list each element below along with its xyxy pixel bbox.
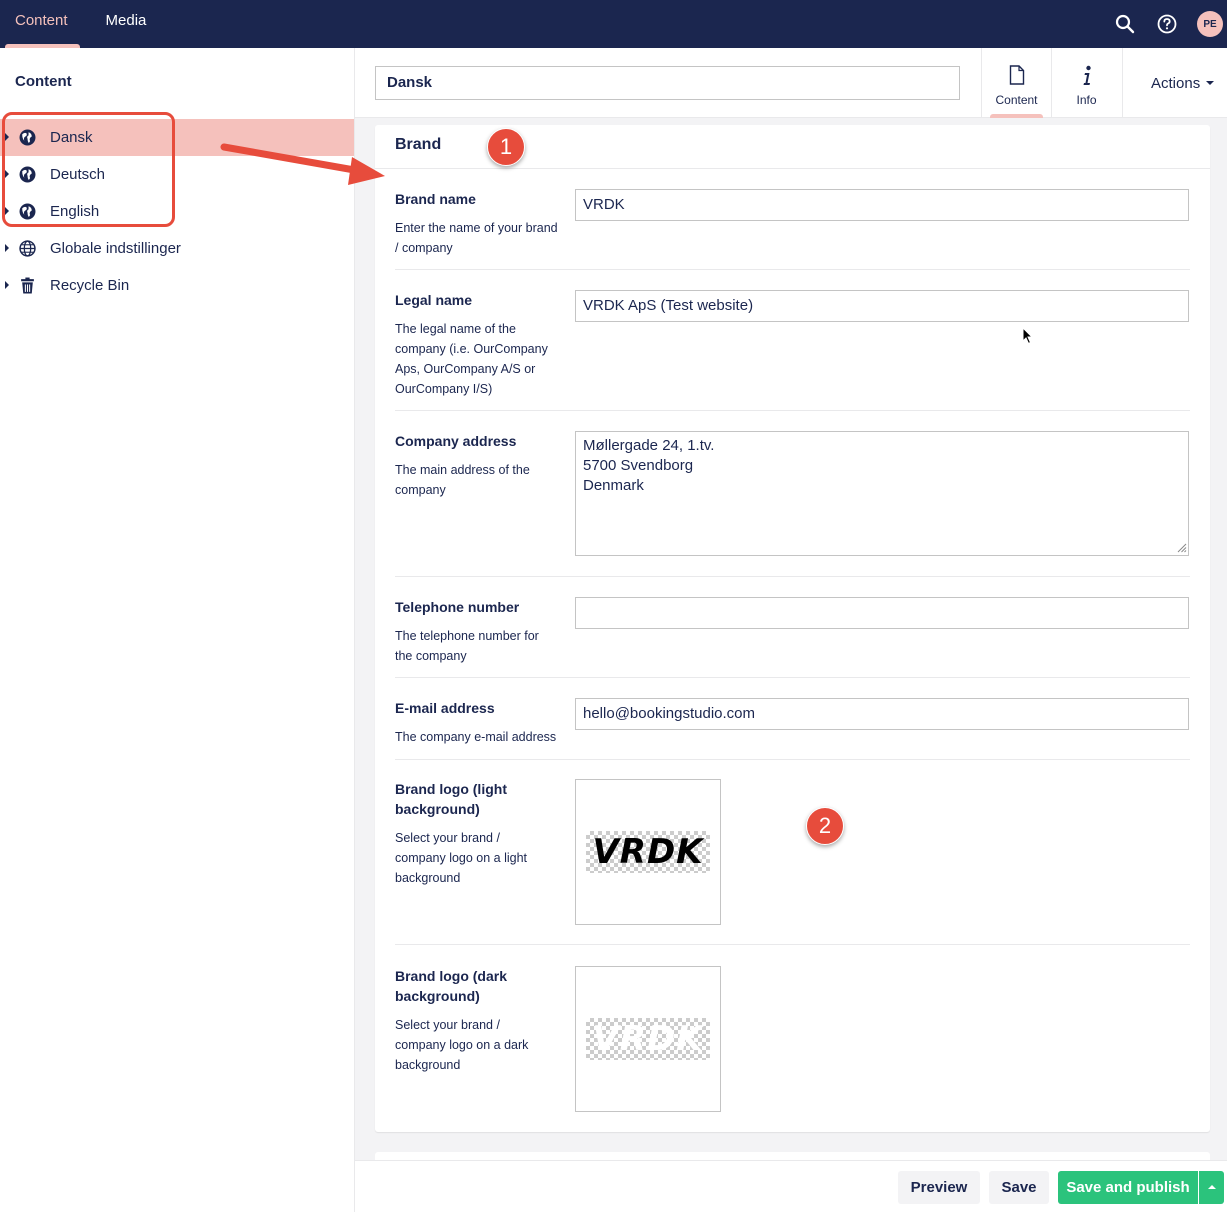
section-tab-media[interactable]: Media [94,0,159,48]
globe-icon [19,129,36,146]
expand-caret-icon[interactable] [5,170,9,178]
property-label: Telephone number [395,599,520,615]
sidebar-title: Content [15,73,72,90]
search-icon[interactable] [1113,12,1137,36]
telephone-input[interactable] [575,597,1189,629]
editor-footer: Preview Save Save and publish [355,1160,1227,1212]
expand-caret-icon[interactable] [5,244,9,252]
chevron-down-icon [1206,81,1215,85]
app-tab-label: Content [995,93,1038,107]
expand-caret-icon[interactable] [5,207,9,215]
brand-name-input[interactable]: VRDK [575,189,1189,221]
section-tab-content[interactable]: Content [3,0,80,48]
property-description: The legal name of the company (i.e. OurC… [395,322,548,396]
property-label: Legal name [395,292,473,308]
property-description: Select your brand / company logo on a li… [395,831,528,885]
resize-handle-icon[interactable] [1176,542,1187,553]
globe-icon [19,203,36,220]
actions-label: Actions [1151,74,1201,92]
expand-caret-icon[interactable] [5,281,9,289]
mouse-cursor-icon [1022,327,1034,345]
next-group-panel [375,1152,1210,1160]
save-button[interactable]: Save [989,1171,1049,1204]
expand-caret-icon[interactable] [5,133,9,141]
tree-item-label: Deutsch [50,166,106,183]
property-description: The main address of the company [395,463,530,497]
node-name-input[interactable]: Dansk [375,66,960,100]
tree-item-label: English [50,203,100,220]
tree-item-global-settings[interactable]: Globale indstillinger [0,230,354,267]
top-bar: Content Media PE [0,0,1227,48]
logo-wordmark: VRDK [592,832,704,872]
globe-grid-icon [19,240,36,257]
property-legal-name: Legal name The legal name of the company… [395,290,1190,411]
property-description: The company e-mail address [395,730,557,744]
tree-item-label: Recycle Bin [50,277,130,294]
info-icon [1083,65,1091,85]
user-avatar[interactable]: PE [1197,11,1223,37]
property-label: Brand logo (light background) [395,781,507,817]
tree-item-recycle-bin[interactable]: Recycle Bin [0,267,354,304]
logo-light-image: VRDK [586,831,710,873]
trash-icon [21,277,34,294]
property-label: Brand name [395,191,476,207]
tree-item-english[interactable]: English [0,193,354,230]
property-label: Brand logo (dark background) [395,968,508,1004]
legal-name-input[interactable]: VRDK ApS (Test website) [575,290,1189,322]
document-icon [1009,65,1024,85]
annotation-arrow-icon [220,143,385,185]
property-label: E-mail address [395,700,495,716]
property-logo-dark: Brand logo (dark background) Select your… [395,966,1190,1132]
brand-group-panel: Brand Brand name Enter the name of your … [375,125,1210,1132]
logo-dark-image: VRDK [586,1018,710,1060]
property-label: Company address [395,433,517,449]
logo-wordmark: VRDK [592,1019,704,1059]
logo-dark-image-picker[interactable]: VRDK [575,966,721,1112]
app-tab-label: Info [1076,93,1097,107]
property-logo-light: Brand logo (light background) Select you… [395,779,1190,945]
preview-button[interactable]: Preview [898,1171,980,1204]
email-input[interactable]: hello@bookingstudio.com [575,698,1189,730]
property-telephone: Telephone number The telephone number fo… [395,597,1190,678]
header-tools: PE [1113,0,1227,48]
save-and-publish-button[interactable]: Save and publish [1058,1171,1198,1204]
annotation-badge-2: 2 [806,807,844,845]
logo-light-image-picker[interactable]: VRDK [575,779,721,925]
publish-options-chevron-up-icon[interactable] [1199,1171,1224,1204]
app-tab-info[interactable]: Info [1051,48,1121,118]
property-description: Enter the name of your brand / company [395,221,558,255]
section-nav: Content Media [0,0,158,48]
app-tab-content[interactable]: Content [981,48,1051,118]
globe-icon [19,166,36,183]
help-icon[interactable] [1155,12,1179,36]
actions-dropdown[interactable]: Actions [1122,48,1227,118]
property-description: The telephone number for the company [395,629,539,663]
property-description: Select your brand / company logo on a da… [395,1018,529,1072]
property-company-address: Company address The main address of the … [395,431,1190,577]
editor-header: Dansk Content Info Actions [355,48,1227,118]
property-brand-name: Brand name Enter the name of your brand … [395,189,1190,270]
content-tree-sidebar: Content Dansk Deutsch English Globale in… [0,48,355,1212]
tree-item-label: Dansk [50,129,93,146]
company-address-textarea[interactable]: Møllergade 24, 1.tv. 5700 Svendborg Denm… [575,431,1189,556]
annotation-badge-1: 1 [487,128,525,166]
tree-item-label: Globale indstillinger [50,240,181,257]
property-email: E-mail address The company e-mail addres… [395,698,1190,760]
